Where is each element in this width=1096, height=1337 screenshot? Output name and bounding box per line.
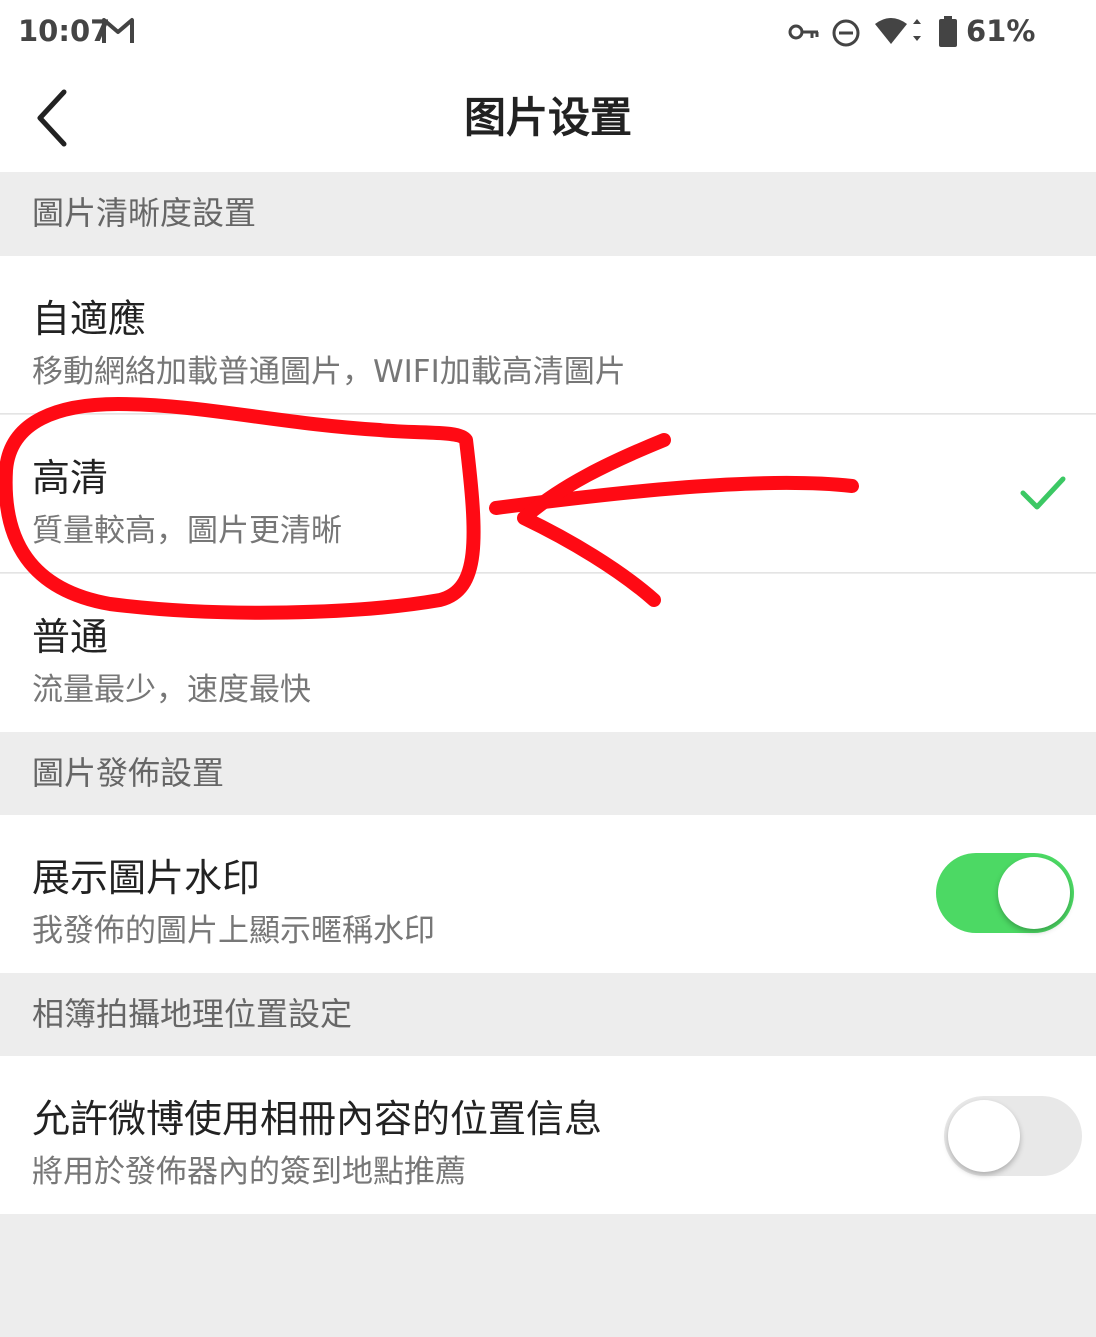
option-hd[interactable]: 高清 質量較高，圖片更清晰 bbox=[0, 415, 1096, 573]
divider bbox=[0, 572, 1096, 573]
wifi-icon bbox=[873, 16, 921, 52]
setting-title: 展示圖片水印 bbox=[32, 856, 261, 900]
option-title: 普通 bbox=[32, 615, 109, 659]
section-header-label: 相簿拍攝地理位置設定 bbox=[32, 995, 353, 1033]
watermark-setting-row: 展示圖片水印 我發佈的圖片上顯示暱稱水印 bbox=[0, 815, 1096, 973]
divider bbox=[0, 413, 1096, 414]
setting-title: 允許微博使用相冊內容的位置信息 bbox=[32, 1097, 603, 1141]
setting-subtitle: 我發佈的圖片上顯示暱稱水印 bbox=[32, 913, 435, 949]
do-not-disturb-icon bbox=[831, 18, 861, 52]
location-setting-row: 允許微博使用相冊內容的位置信息 將用於發佈器內的簽到地點推薦 bbox=[0, 1056, 1096, 1214]
option-subtitle: 流量最少，速度最快 bbox=[32, 672, 311, 708]
option-title: 高清 bbox=[32, 456, 109, 500]
back-chevron-icon[interactable] bbox=[30, 88, 74, 152]
empty-area bbox=[0, 1214, 1096, 1337]
setting-subtitle: 將用於發佈器內的簽到地點推薦 bbox=[32, 1154, 466, 1190]
status-time: 10:07 bbox=[18, 14, 111, 48]
section-header-clarity: 圖片清晰度設置 bbox=[0, 172, 1096, 254]
option-normal[interactable]: 普通 流量最少，速度最快 bbox=[0, 574, 1096, 732]
page-title: 图片设置 bbox=[463, 93, 632, 142]
toggle-knob bbox=[948, 1100, 1020, 1172]
navigation-bar: 图片设置 bbox=[0, 64, 1096, 172]
location-toggle[interactable] bbox=[944, 1096, 1082, 1176]
option-subtitle: 質量較高，圖片更清晰 bbox=[32, 513, 342, 549]
checkmark-icon bbox=[1020, 475, 1066, 515]
battery-percentage: 61% bbox=[966, 14, 1036, 48]
status-bar: 10:07 61% bbox=[0, 0, 1096, 64]
option-subtitle: 移動網絡加載普通圖片，WIFI加載高清圖片 bbox=[32, 354, 626, 390]
section-header-publish: 圖片發佈設置 bbox=[0, 732, 1096, 814]
section-header-location: 相簿拍攝地理位置設定 bbox=[0, 973, 1096, 1055]
option-adaptive[interactable]: 自適應 移動網絡加載普通圖片，WIFI加載高清圖片 bbox=[0, 256, 1096, 414]
gmail-icon bbox=[102, 17, 134, 49]
vpn-key-icon bbox=[788, 22, 820, 46]
section-header-label: 圖片發佈設置 bbox=[32, 754, 225, 792]
toggle-knob bbox=[998, 857, 1070, 929]
section-header-label: 圖片清晰度設置 bbox=[32, 194, 257, 232]
battery-icon bbox=[938, 16, 958, 52]
option-title: 自適應 bbox=[32, 297, 147, 341]
watermark-toggle[interactable] bbox=[936, 853, 1074, 933]
